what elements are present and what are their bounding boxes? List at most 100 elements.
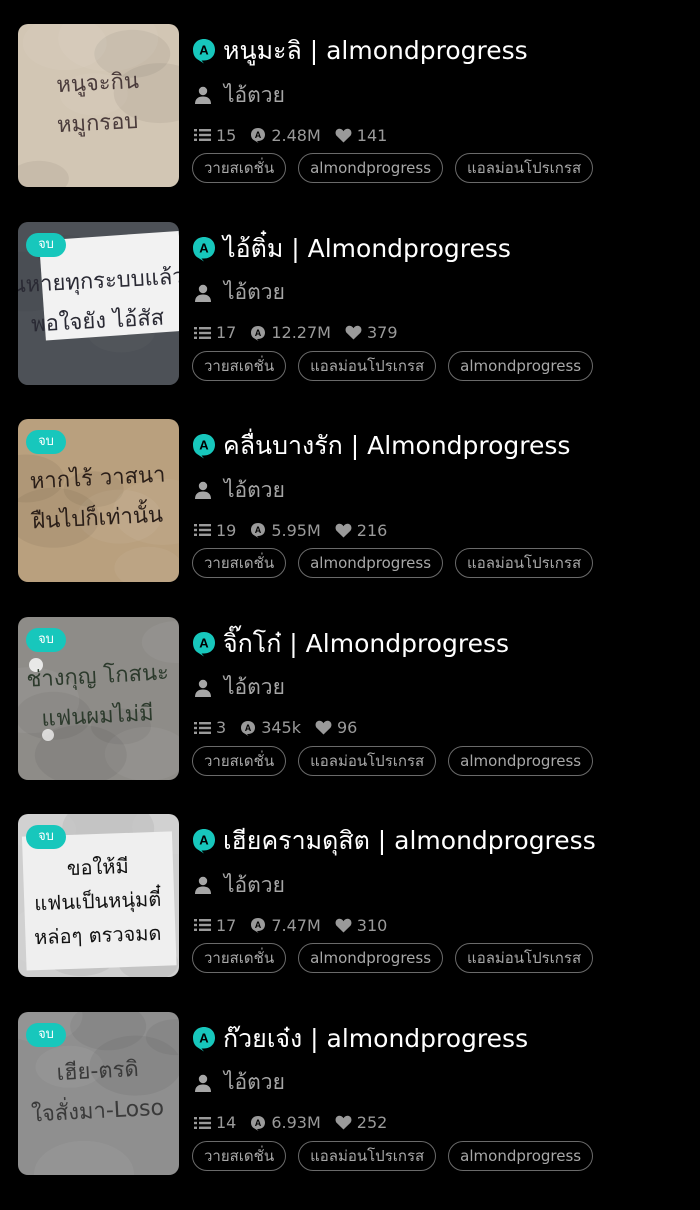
story-author[interactable]: ไอ้ตวย <box>224 671 285 704</box>
story-author[interactable]: ไอ้ตวย <box>224 276 285 309</box>
view-count: A 2.48M <box>250 125 321 145</box>
tag-list: วายสเดชั่น almondprogress แอลม่อนโปรเกรส <box>192 153 605 183</box>
tag-chip[interactable]: วายสเดชั่น <box>192 943 287 974</box>
tag-chip[interactable]: แอลม่อนโปรเกรส <box>298 745 437 776</box>
story-card[interactable]: หนูจะกิน หมูกรอบ A หนูมะลิ | almondprogre… <box>0 24 700 222</box>
tag-list: วายสเดชั่น แอลม่อนโปรเกรส almondprogress <box>192 745 605 776</box>
completed-badge: จบ <box>26 232 66 257</box>
completed-badge: จบ <box>26 430 66 455</box>
view-count: A 345k <box>240 718 301 737</box>
story-card[interactable]: หากไร้ วาสนา ฝืนไปก็เท่านั้น จบ A คลื่นบา… <box>0 419 700 617</box>
story-card[interactable]: ช่างกุญ โกสนะ แฟนผมไม่มี จบ A จิ๊กโก๋ | A… <box>0 616 700 815</box>
tag-chip[interactable]: almondprogress <box>448 745 594 776</box>
svg-text:เฮีย-ตรดิ: เฮีย-ตรดิ <box>56 1057 139 1086</box>
tag-chip[interactable]: almondprogress <box>448 1140 594 1171</box>
chapter-count-value: 15 <box>216 125 237 145</box>
platform-logo-icon: A <box>193 631 215 657</box>
tag-chip[interactable]: แอลม่อนโปรเกรส <box>298 350 437 381</box>
views-icon: A <box>241 720 256 736</box>
story-cover-image[interactable]: เฮีย-ตรดิ ใจสั่งมา-Loso จบ <box>18 1011 179 1175</box>
story-cover-image[interactable]: ขอให้มี แฟนเป็นหนุ่มตี๋ หล่อๆ ตรวจมด จบ <box>18 814 179 978</box>
story-title[interactable]: หนูมะลิ | almondprogress <box>223 31 528 71</box>
tag-chip[interactable]: แอลม่อนโปรเกรส <box>455 153 594 183</box>
tag-chip[interactable]: วายสเดชั่น <box>192 153 287 183</box>
svg-text:A: A <box>245 723 252 733</box>
person-icon <box>195 284 211 302</box>
view-count-value: 12.27M <box>271 323 331 343</box>
list-icon <box>194 129 211 141</box>
story-title[interactable]: ก๊วยเจ๋ง | almondprogress <box>223 1019 528 1059</box>
view-count-value: 6.93M <box>271 1113 321 1133</box>
chapter-count: 17 <box>194 323 236 342</box>
tag-chip[interactable]: วายสเดชั่น <box>192 350 287 381</box>
view-count: A 6.93M <box>250 1113 321 1133</box>
story-cover-image[interactable]: หากไร้ วาสนา ฝืนไปก็เท่านั้น จบ <box>18 419 179 583</box>
svg-text:หนูจะกิน: หนูจะกิน <box>56 69 140 98</box>
tag-chip[interactable]: แอลม่อนโปรเกรส <box>455 943 594 974</box>
chapter-count: 14 <box>194 1113 236 1132</box>
tag-list: วายสเดชั่น แอลม่อนโปรเกรส almondprogress <box>192 1140 605 1171</box>
story-title[interactable]: คลื่นบางรัก | Almondprogress <box>223 426 570 466</box>
story-title[interactable]: ไอ้ติ๋ม | Almondprogress <box>223 229 511 269</box>
list-icon <box>194 1116 211 1129</box>
story-list: หนูจะกิน หมูกรอบ A หนูมะลิ | almondprogre… <box>0 24 700 1210</box>
svg-text:หล่อๆ ตรวจมด: หล่อๆ ตรวจมด <box>34 921 162 949</box>
story-title[interactable]: เฮียครามดุสิต | almondprogress <box>223 821 596 861</box>
story-author[interactable]: ไอ้ตวย <box>224 474 285 507</box>
svg-text:A: A <box>199 240 209 255</box>
svg-text:A: A <box>199 438 209 453</box>
tag-list: วายสเดชั่น แอลม่อนโปรเกรส almondprogress <box>192 350 605 381</box>
like-count: 379 <box>345 323 398 342</box>
tag-chip[interactable]: almondprogress <box>298 943 444 974</box>
story-cover-image[interactable]: นหายทุกระบบแล้ว พอใจยัง ไอ้สัส จบ <box>18 221 179 385</box>
platform-logo-icon: A <box>193 236 215 262</box>
svg-text:A: A <box>199 1030 209 1045</box>
tag-list: วายสเดชั่น almondprogress แอลม่อนโปรเกรส <box>192 548 605 579</box>
tag-chip[interactable]: almondprogress <box>298 153 444 183</box>
like-count-value: 216 <box>356 520 388 540</box>
view-count-value: 345k <box>261 718 301 738</box>
heart-icon <box>315 721 332 735</box>
like-count: 310 <box>335 916 387 935</box>
like-count-value: 252 <box>356 1113 388 1133</box>
completed-badge: จบ <box>26 627 66 652</box>
view-count-value: 7.47M <box>271 915 321 935</box>
like-count: 141 <box>335 126 387 145</box>
story-title[interactable]: จิ๊กโก๋ | Almondprogress <box>223 624 509 664</box>
tag-chip[interactable]: แอลม่อนโปรเกรส <box>455 548 594 579</box>
completed-badge: จบ <box>26 825 66 850</box>
views-icon: A <box>251 325 266 341</box>
person-icon <box>195 679 211 697</box>
tag-chip[interactable]: วายสเดชั่น <box>192 548 287 579</box>
story-cover-image[interactable]: หนูจะกิน หมูกรอบ <box>18 24 179 187</box>
story-author[interactable]: ไอ้ตวย <box>224 869 285 902</box>
svg-text:A: A <box>199 635 209 650</box>
person-icon <box>195 86 211 104</box>
like-count: 252 <box>335 1113 388 1133</box>
platform-logo-icon: A <box>193 829 215 854</box>
story-author[interactable]: ไอ้ตวย <box>224 1066 285 1099</box>
view-count-value: 2.48M <box>271 125 321 145</box>
list-icon <box>194 524 211 537</box>
chapter-count: 15 <box>194 126 236 145</box>
completed-badge: จบ <box>26 1022 66 1047</box>
tag-chip[interactable]: almondprogress <box>298 548 444 579</box>
story-cover-image[interactable]: ช่างกุญ โกสนะ แฟนผมไม่มี จบ <box>18 616 179 780</box>
view-count: A 7.47M <box>250 915 321 935</box>
svg-text:A: A <box>199 833 209 848</box>
svg-text:A: A <box>255 130 262 140</box>
story-card[interactable]: ขอให้มี แฟนเป็นหนุ่มตี๋ หล่อๆ ตรวจมด จบ A … <box>0 814 700 1012</box>
person-icon <box>195 1074 211 1092</box>
story-card[interactable]: นหายทุกระบบแล้ว พอใจยัง ไอ้สัส จบ A ไอ้ติ… <box>0 221 700 420</box>
story-card[interactable]: เฮีย-ตรดิ ใจสั่งมา-Loso จบ A ก๊วยเจ๋ง | a… <box>0 1011 700 1210</box>
platform-logo-icon: A <box>193 434 215 459</box>
like-count-value: 96 <box>337 718 358 738</box>
story-author[interactable]: ไอ้ตวย <box>224 79 285 112</box>
tag-chip[interactable]: วายสเดชั่น <box>192 745 287 776</box>
tag-chip[interactable]: แอลม่อนโปรเกรส <box>298 1140 437 1171</box>
tag-chip[interactable]: วายสเดชั่น <box>192 1140 287 1171</box>
tag-chip[interactable]: almondprogress <box>448 350 594 381</box>
chapter-count-value: 14 <box>216 1113 237 1133</box>
platform-logo-icon: A <box>193 39 215 64</box>
list-icon <box>194 919 211 932</box>
